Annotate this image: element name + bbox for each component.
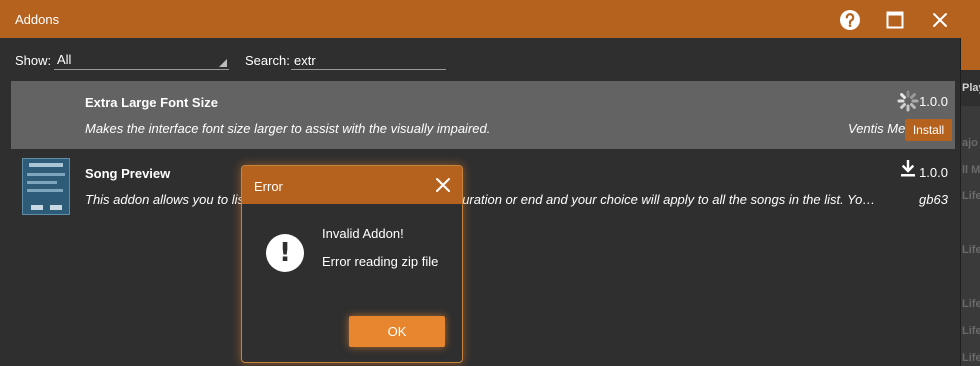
addons-window: Addons Show: All Search: extr Extra Larg… — [0, 0, 961, 366]
help-button[interactable] — [837, 7, 863, 33]
exclamation-icon: ! — [266, 234, 304, 272]
search-input[interactable] — [291, 51, 446, 70]
dialog-close-button[interactable] — [432, 174, 454, 196]
background-app-strip: Play ajo ll M Life Life Life Life Life — [961, 0, 980, 366]
background-app-text: Play — [962, 82, 980, 94]
window-title: Addons — [15, 12, 60, 27]
addon-author: gb63 — [919, 192, 948, 207]
show-select[interactable]: All — [54, 51, 229, 70]
addon-name: Song Preview — [85, 166, 171, 181]
maximize-icon — [886, 11, 904, 29]
error-dialog: Error ! Invalid Addon! Error reading zip… — [241, 165, 463, 363]
addon-description: This addon allows you to list all the so… — [85, 192, 876, 207]
filter-bar: Show: All Search: — [0, 38, 961, 80]
addon-list: Extra Large Font Size Makes the interfac… — [11, 81, 955, 366]
close-button[interactable] — [927, 7, 953, 33]
addon-version: 1.0.0 — [919, 94, 948, 109]
dialog-message-detail: Error reading zip file — [322, 254, 439, 269]
addon-description: Makes the interface font size larger to … — [85, 121, 491, 136]
close-icon — [436, 178, 450, 192]
addon-row[interactable]: Song Preview This addon allows you to li… — [11, 152, 955, 220]
background-app-text: ll M — [962, 164, 980, 176]
addon-row[interactable]: Extra Large Font Size Makes the interfac… — [11, 81, 955, 149]
addon-name: Extra Large Font Size — [85, 95, 218, 110]
install-button[interactable]: Install — [905, 119, 952, 141]
dialog-titlebar: Error — [242, 166, 462, 204]
background-app-text: Life — [962, 244, 980, 256]
dropdown-arrow-icon — [219, 59, 227, 67]
window-titlebar: Addons — [0, 0, 961, 38]
background-app-text: Life — [962, 298, 980, 310]
maximize-button[interactable] — [882, 7, 908, 33]
show-select-value: All — [57, 52, 72, 67]
search-label: Search: — [245, 53, 290, 68]
show-label: Show: — [15, 53, 52, 68]
background-app-text: ajo — [962, 137, 978, 149]
download-icon[interactable] — [899, 160, 917, 178]
loading-spinner-icon — [897, 90, 919, 112]
ok-button[interactable]: OK — [349, 316, 445, 347]
addon-author: Ventis Me — [848, 121, 906, 136]
background-app-text: Life — [962, 352, 980, 364]
background-app-text: Life — [962, 325, 980, 337]
close-icon — [933, 13, 947, 27]
dialog-title: Error — [254, 179, 283, 194]
help-icon — [840, 10, 860, 30]
addon-thumbnail — [22, 158, 70, 215]
background-app-titlebar — [961, 0, 980, 70]
addon-version: 1.0.0 — [919, 165, 948, 180]
background-app-text: Life — [962, 190, 980, 202]
dialog-message-title: Invalid Addon! — [322, 226, 404, 241]
